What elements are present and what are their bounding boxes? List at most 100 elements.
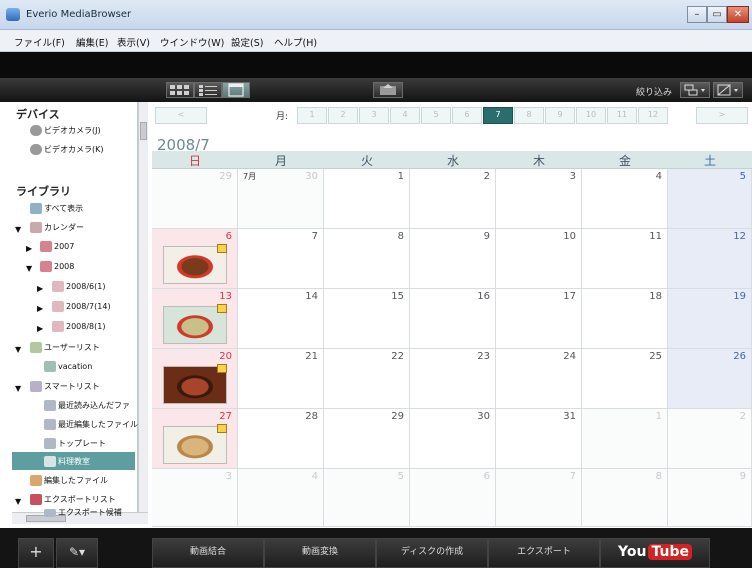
calendar-cell[interactable]: 23	[410, 349, 496, 409]
sidebar-item-user-list[interactable]: ユーザーリスト	[30, 340, 100, 356]
expanded-arrow-icon[interactable]: ▼	[15, 225, 21, 234]
calendar-cell[interactable]: 12	[668, 229, 752, 289]
tools-button[interactable]: ✎▾	[56, 538, 98, 568]
calendar-cell[interactable]: 21	[238, 349, 324, 409]
calendar-cell[interactable]: 1	[324, 169, 410, 229]
month-button-9[interactable]: 9	[545, 107, 575, 124]
sidebar-item-2008-8[interactable]: 2008/8(1)	[52, 319, 105, 335]
calendar-cell[interactable]: 19	[668, 289, 752, 349]
expanded-arrow-icon[interactable]: ▼	[15, 345, 21, 354]
calendar-cell[interactable]: 14	[238, 289, 324, 349]
import-icon[interactable]	[373, 82, 403, 98]
menu-settings[interactable]: 設定(S)	[231, 35, 263, 49]
calendar-cell[interactable]: 8	[582, 469, 668, 527]
calendar-cell[interactable]: 3	[496, 169, 582, 229]
calendar-cell[interactable]: 30	[410, 409, 496, 469]
calendar-cell[interactable]: 29	[152, 169, 238, 229]
month-button-8[interactable]: 8	[514, 107, 544, 124]
calendar-cell[interactable]: 13	[152, 289, 238, 349]
calendar-cell[interactable]: 20	[152, 349, 238, 409]
sidebar-item-calendar[interactable]: カレンダー	[30, 220, 84, 236]
calendar-cell[interactable]: 10	[496, 229, 582, 289]
collapsed-arrow-icon[interactable]: ▶	[37, 284, 43, 293]
menu-window[interactable]: ウインドウ(W)	[160, 35, 224, 49]
calendar-cell[interactable]: 27	[152, 409, 238, 469]
calendar-cell[interactable]: 5	[668, 169, 752, 229]
calendar-cell[interactable]: 26	[668, 349, 752, 409]
sidebar-item-export-list[interactable]: エクスポートリスト	[30, 492, 116, 508]
calendar-cell[interactable]: 5	[324, 469, 410, 527]
calendar-cell[interactable]: 9	[410, 229, 496, 289]
calendar-cell[interactable]: 9	[668, 469, 752, 527]
sidebar-item-smart-list[interactable]: スマートリスト	[30, 379, 100, 395]
calendar-cell[interactable]: 15	[324, 289, 410, 349]
sidebar-item-2008[interactable]: 2008	[40, 259, 74, 275]
thumbnail-view-icon[interactable]	[166, 82, 194, 98]
menu-help[interactable]: ヘルプ(H)	[274, 35, 317, 49]
sidebar-item-recent-edit[interactable]: 最近編集したファイル	[44, 417, 138, 433]
device-camera-k[interactable]: ビデオカメラ(K)	[30, 142, 104, 158]
sidebar-item-show-all[interactable]: すべて表示	[30, 201, 83, 217]
menu-file[interactable]: ファイル(F)	[14, 35, 65, 49]
collapsed-arrow-icon[interactable]: ▶	[37, 304, 43, 313]
calendar-cell[interactable]: 2	[410, 169, 496, 229]
sidebar-item-vacation[interactable]: vacation	[44, 359, 92, 375]
sidebar-item-edited-files[interactable]: 編集したファイル	[30, 473, 108, 489]
list-view-icon[interactable]	[194, 82, 222, 98]
calendar-cell[interactable]: 18	[582, 289, 668, 349]
device-camera-j[interactable]: ビデオカメラ(J)	[30, 123, 101, 139]
calendar-cell[interactable]: 6	[152, 229, 238, 289]
close-button[interactable]: ✕	[727, 6, 749, 23]
calendar-cell[interactable]: 3	[152, 469, 238, 527]
calendar-cell[interactable]: 30 7月	[238, 169, 324, 229]
next-year-button[interactable]: >	[696, 107, 748, 124]
convert-video-button[interactable]: 動画変換	[264, 538, 376, 568]
sort-dropdown-icon[interactable]	[680, 82, 710, 98]
calendar-cell[interactable]: 16	[410, 289, 496, 349]
calendar-cell[interactable]: 2	[668, 409, 752, 469]
menu-view[interactable]: 表示(V)	[117, 35, 150, 49]
sidebar-item-2008-6[interactable]: 2008/6(1)	[52, 279, 105, 295]
prev-year-button[interactable]: <	[155, 107, 207, 124]
month-button-2[interactable]: 2	[328, 107, 358, 124]
calendar-cell[interactable]: 1	[582, 409, 668, 469]
menu-edit[interactable]: 編集(E)	[76, 35, 108, 49]
collapsed-arrow-icon[interactable]: ▶	[26, 244, 32, 253]
sidebar-scrollbar[interactable]	[138, 102, 148, 512]
month-button-1[interactable]: 1	[297, 107, 327, 124]
month-button-10[interactable]: 10	[576, 107, 606, 124]
calendar-cell[interactable]: 7	[238, 229, 324, 289]
calendar-cell[interactable]: 7	[496, 469, 582, 527]
calendar-view-icon[interactable]	[222, 82, 250, 98]
calendar-cell[interactable]: 24	[496, 349, 582, 409]
sidebar-item-2007[interactable]: 2007	[40, 239, 74, 255]
calendar-cell[interactable]: 17	[496, 289, 582, 349]
calendar-cell[interactable]: 22	[324, 349, 410, 409]
expanded-arrow-icon[interactable]: ▼	[15, 384, 21, 393]
calendar-cell[interactable]: 25	[582, 349, 668, 409]
calendar-cell[interactable]: 6	[410, 469, 496, 527]
sidebar-item-2008-7[interactable]: 2008/7(14)	[52, 299, 111, 315]
sidebar-item-cooking-class[interactable]: 料理教室	[44, 454, 90, 470]
calendar-cell[interactable]: 8	[324, 229, 410, 289]
maximize-button[interactable]: ▭	[707, 6, 727, 23]
calendar-cell[interactable]: 31	[496, 409, 582, 469]
calendar-cell[interactable]: 11	[582, 229, 668, 289]
expanded-arrow-icon[interactable]: ▼	[26, 264, 32, 273]
calendar-cell[interactable]: 4	[238, 469, 324, 527]
month-button-7[interactable]: 7	[483, 107, 513, 124]
calendar-cell[interactable]: 29	[324, 409, 410, 469]
create-disc-button[interactable]: ディスクの作成	[376, 538, 488, 568]
youtube-button[interactable]: You Tube	[600, 538, 710, 568]
sidebar-item-top-rated[interactable]: トップレート	[44, 436, 106, 452]
expanded-arrow-icon[interactable]: ▼	[15, 497, 21, 506]
calendar-cell[interactable]: 4	[582, 169, 668, 229]
month-button-5[interactable]: 5	[421, 107, 451, 124]
export-button[interactable]: エクスポート	[488, 538, 600, 568]
sidebar-item-export-candidate[interactable]: エクスポート候補	[44, 508, 122, 518]
calendar-cell[interactable]: 28	[238, 409, 324, 469]
sidebar-item-recent-import[interactable]: 最近読み込んだファ	[44, 398, 130, 414]
month-button-6[interactable]: 6	[452, 107, 482, 124]
collapsed-arrow-icon[interactable]: ▶	[37, 324, 43, 333]
rating-dropdown-icon[interactable]	[713, 82, 743, 98]
